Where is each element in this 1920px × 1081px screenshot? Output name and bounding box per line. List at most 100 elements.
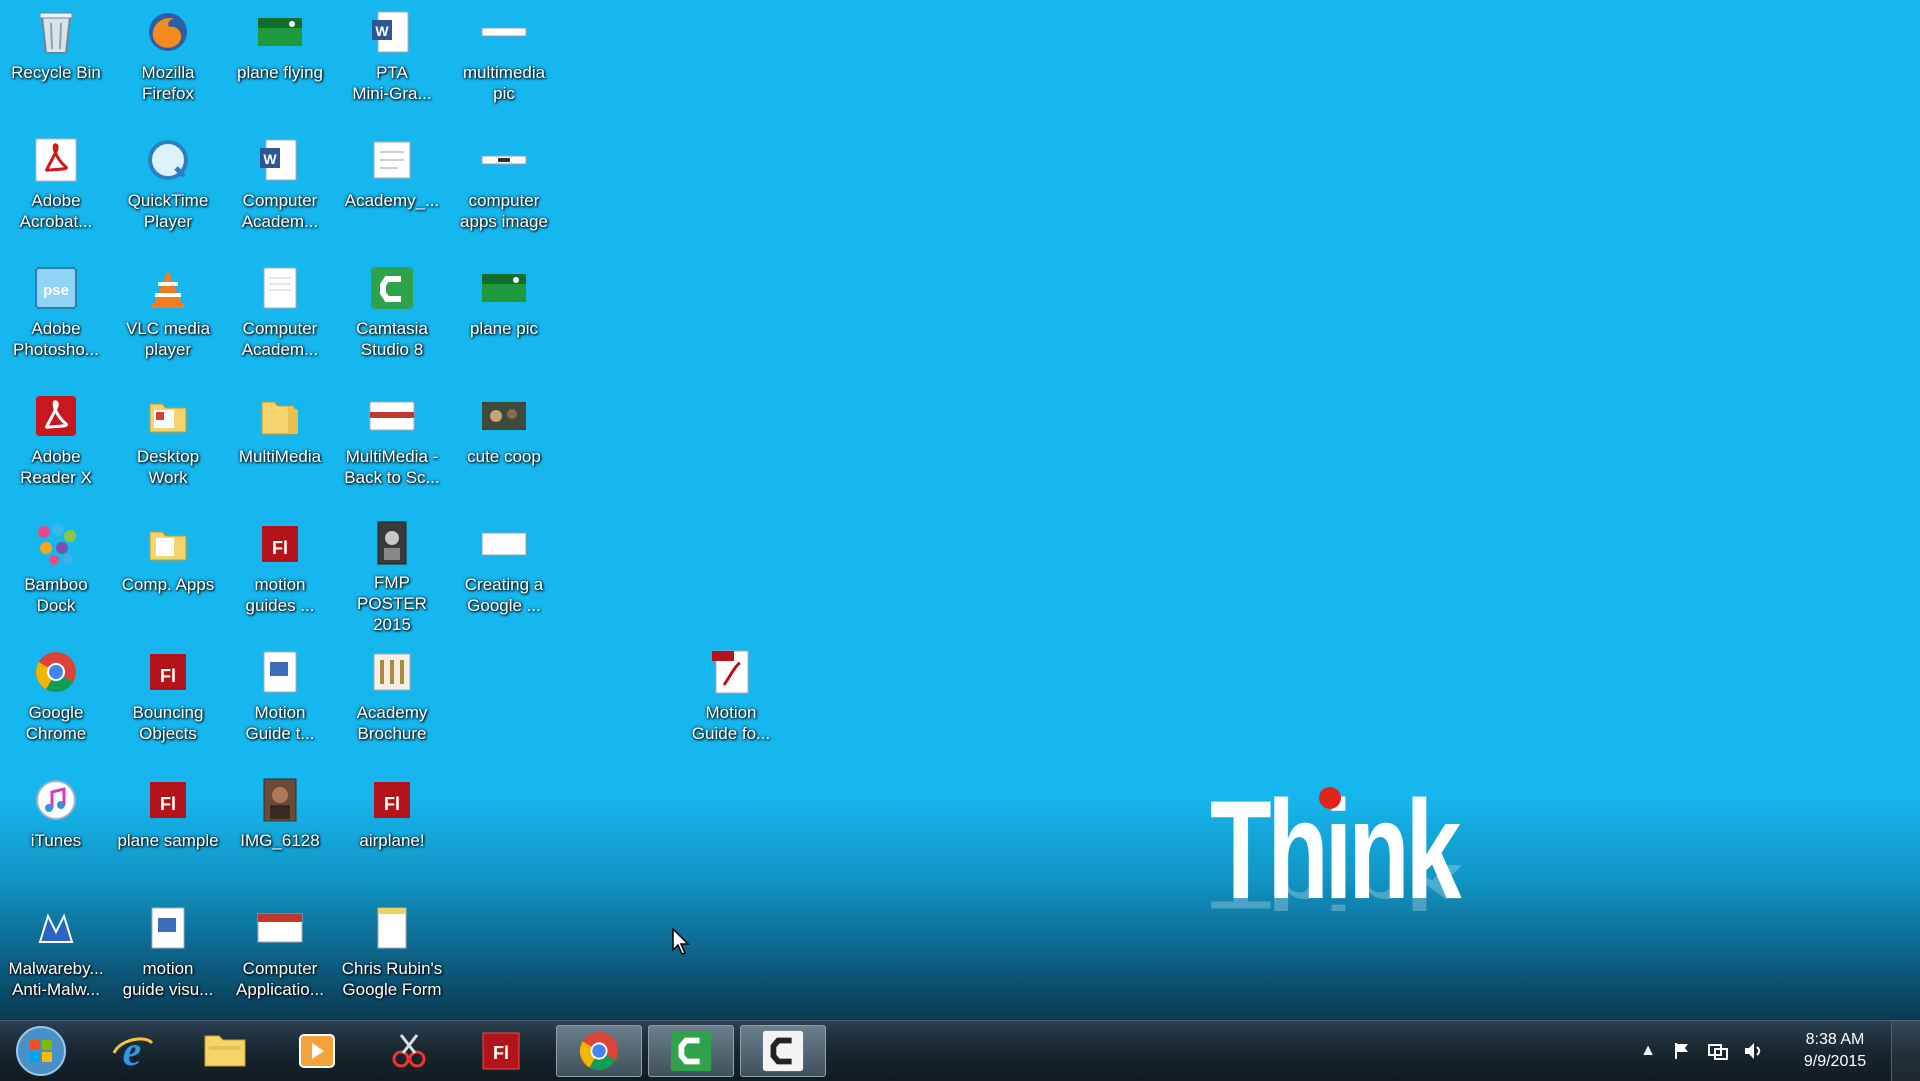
taskbar-snipping-tool[interactable] [366,1025,452,1077]
desktop-icon-camtasia-studio[interactable]: Camtasia Studio 8 [336,256,448,376]
taskbar-chrome[interactable] [556,1025,642,1077]
photo-thumbnail-icon [480,392,528,440]
desktop-icon-computer-applications[interactable]: Computer Applicatio... [224,896,336,1016]
taskbar-file-explorer[interactable] [182,1025,268,1077]
taskbar-media-player[interactable] [274,1025,360,1077]
desktop-icon-fmp-poster[interactable]: FMP POSTER 2015 [336,512,448,634]
desktop-icon-comp-apps[interactable]: Comp. Apps [112,512,224,632]
show-desktop-button[interactable] [1891,1021,1920,1081]
icon-label: VLC media player [125,319,211,359]
icon-label: plane pic [469,319,539,338]
icon-label: iTunes [30,831,82,850]
taskbar-flash[interactable]: Fl [458,1025,544,1077]
image-thumbnail-icon [480,264,528,312]
desktop-icon-mozilla-firefox[interactable]: Mozilla Firefox [112,0,224,120]
desktop-icon-computer-academy-doc[interactable]: W Computer Academ... [224,128,336,248]
start-button[interactable] [10,1025,72,1077]
image-thumbnail-icon [480,136,528,184]
flash-file-icon: Fl [368,776,416,824]
icon-label: Computer Academ... [241,191,319,231]
flash-file-icon: Fl [144,776,192,824]
desktop-icon-plane-sample[interactable]: Fl plane sample [112,768,224,888]
image-thumbnail-icon [480,8,528,56]
desktop-icon-google-chrome[interactable]: Google Chrome [0,640,112,760]
desktop-icon-academy[interactable]: Academy_... [336,128,448,248]
desktop-icon-motion-guide-t[interactable]: Motion Guide t... [224,640,336,760]
taskbar-internet-explorer[interactable]: e [90,1025,176,1077]
icon-label: PTA Mini-Gra... [352,63,432,103]
desktop-icon-plane-flying[interactable]: plane flying [224,0,336,120]
show-hidden-icons-icon[interactable]: ▲ [1636,1039,1660,1063]
desktop-icon-itunes[interactable]: iTunes [0,768,112,888]
desktop-icon-bouncing-objects[interactable]: Fl Bouncing Objects [112,640,224,760]
malwarebytes-icon [32,904,80,952]
desktop[interactable]: Recycle Bin Adobe Acrobat... pse Adobe P… [0,0,1920,1020]
icon-label: motion guides ... [245,575,315,615]
desktop-icon-airplane[interactable]: Fl airplane! [336,768,448,888]
desktop-icon-google-form[interactable]: Chris Rubin's Google Form [336,896,448,1016]
icon-label: Comp. Apps [121,575,215,594]
taskbar-camtasia-recorder[interactable] [740,1025,826,1077]
desktop-icon-vlc[interactable]: VLC media player [112,256,224,376]
chrome-icon [32,648,80,696]
bamboo-dock-icon [32,520,80,568]
desktop-icon-computer-academy-file[interactable]: Computer Academ... [224,256,336,376]
volume-icon[interactable] [1742,1039,1766,1063]
taskbar: e Fl ▲ 8:38 AM 9/9/2015 [0,1020,1920,1081]
document-icon [368,136,416,184]
svg-text:Fl: Fl [160,666,176,686]
desktop-icon-academy-brochure[interactable]: Academy Brochure [336,640,448,760]
desktop-icon-computer-apps-image[interactable]: computer apps image [448,128,560,248]
think-logo-reflection: Think [1210,851,1458,923]
desktop-icon-adobe-acrobat[interactable]: Adobe Acrobat... [0,128,112,248]
brochure-icon [368,648,416,696]
icon-label: Adobe Acrobat... [19,191,93,231]
desktop-icon-img-6128[interactable]: IMG_6128 [224,768,336,888]
folder-icon [204,1035,246,1067]
icon-label: computer apps image [460,191,548,231]
snipping-tool-icon [392,1034,426,1068]
clock-time: 8:38 AM [1805,1031,1865,1048]
clock-date: 9/9/2015 [1803,1053,1867,1070]
icon-label: Academy_... [344,191,440,210]
quicktime-icon [144,136,192,184]
desktop-icon-desktop-work[interactable]: Desktop Work [112,384,224,504]
windows-orb-icon [16,1026,66,1076]
svg-text:W: W [263,151,277,167]
icon-label: MultiMedia - Back to Sc... [344,447,440,487]
desktop-icon-pta-mini-grant[interactable]: W PTA Mini-Gra... [336,0,448,120]
desktop-icon-quicktime[interactable]: QuickTime Player [112,128,224,248]
flash-icon: Fl [482,1032,520,1070]
icon-label: cute coop [467,447,541,466]
svg-text:pse: pse [43,282,69,299]
desktop-icon-multimedia-pic[interactable]: multimedia pic [448,0,560,120]
desktop-icon-creating-a-google[interactable]: Creating a Google ... [448,512,560,632]
icon-label: Bouncing Objects [132,703,204,743]
desktop-icon-bamboo-dock[interactable]: Bamboo Dock [0,512,112,632]
desktop-icon-malwarebytes[interactable]: Malwareby... Anti-Malw... [0,896,112,1016]
system-tray: ▲ 8:38 AM 9/9/2015 [1630,1021,1920,1081]
desktop-icon-plane-pic[interactable]: plane pic [448,256,560,376]
icon-label: Chris Rubin's Google Form [341,959,443,999]
desktop-icon-multimedia-back-to-school[interactable]: MultiMedia - Back to Sc... [336,384,448,504]
desktop-icon-recycle-bin[interactable]: Recycle Bin [0,0,112,120]
desktop-icon-adobe-photoshop[interactable]: pse Adobe Photosho... [0,256,112,376]
desktop-icon-motion-guides[interactable]: Fl motion guides ... [224,512,336,632]
taskbar-camtasia-studio[interactable] [648,1025,734,1077]
folder-icon [144,392,192,440]
svg-text:e: e [123,1029,142,1073]
icon-label: Mozilla Firefox [141,63,195,103]
network-icon[interactable] [1706,1039,1730,1063]
desktop-icon-motion-guide-visu[interactable]: motion guide visu... [112,896,224,1016]
desktop-icon-adobe-reader[interactable]: Adobe Reader X [0,384,112,504]
itunes-icon [32,776,80,824]
desktop-icon-multimedia[interactable]: MultiMedia [224,384,336,504]
desktop-icon-motion-guide-fo[interactable]: Motion Guide fo... [675,640,787,760]
desktop-icon-cute-coop[interactable]: cute coop [448,384,560,504]
icon-label: Computer Academ... [241,319,319,359]
icon-label: IMG_6128 [240,831,320,850]
icon-label: Desktop Work [136,447,200,487]
action-center-flag-icon[interactable] [1670,1039,1694,1063]
folder-icon [144,520,192,568]
taskbar-clock[interactable]: 8:38 AM 9/9/2015 [1780,1029,1890,1073]
